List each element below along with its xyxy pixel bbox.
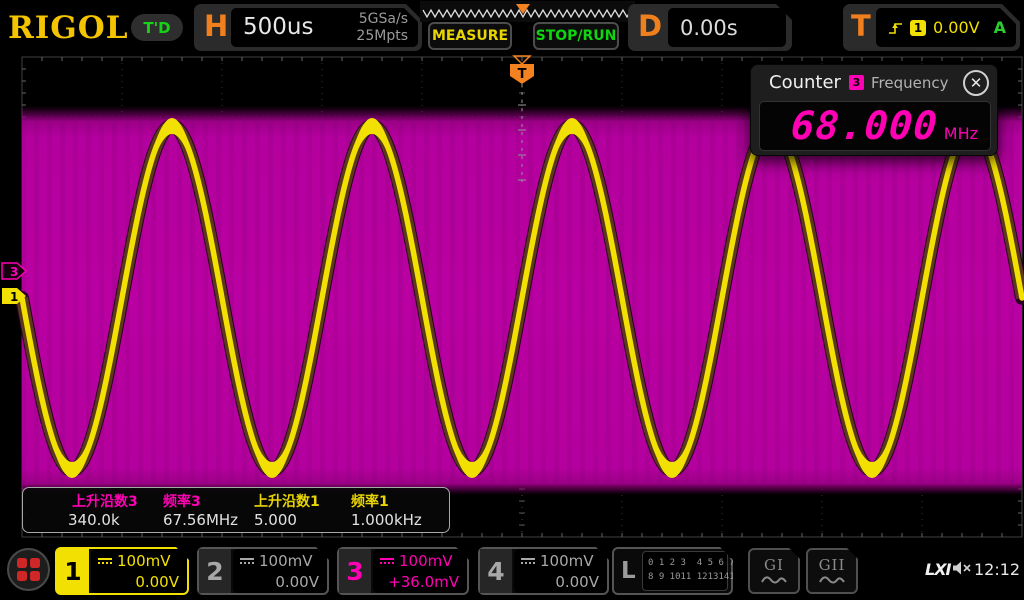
measurement-value: 340.0k [68, 511, 120, 529]
measurement-label: 上升沿数3 [72, 491, 138, 511]
speaker-mute-icon[interactable] [952, 560, 972, 580]
logic-label: L [621, 558, 636, 584]
channel-2-number: 2 [199, 549, 231, 593]
channel-2-box[interactable]: 2 100mV 0.00V [197, 547, 329, 595]
counter-value: 68.000 [789, 102, 939, 152]
counter-display: 68.000 MHz [759, 101, 991, 151]
channel-2-scale: 100mV [259, 552, 313, 570]
dc-coupling-icon [98, 558, 112, 564]
channel-4-number: 4 [480, 549, 512, 593]
svg-text:1: 1 [10, 290, 18, 304]
measurement-value: 67.56MHz [163, 511, 238, 529]
channel-4-box[interactable]: 4 100mV 0.00V [478, 547, 609, 595]
logic-row-1: 0 1 2 3 4 5 6 7 [648, 558, 735, 568]
measurement-table[interactable]: 上升沿数3 340.0k 频率3 67.56MHz 上升沿数1 5.000 频率… [22, 487, 450, 533]
lxi-logo: LXI [925, 560, 950, 579]
measurement-value: 5.000 [254, 511, 297, 529]
channel-3-scale: 100mV [399, 552, 453, 570]
channel-4-offset: 0.00V [521, 573, 599, 591]
counter-unit: MHz [944, 124, 978, 143]
logic-channel-numbers: 0 1 2 3 4 5 6 7 8 9 1011 12131415 [642, 551, 728, 591]
generator-1-label: GI [764, 556, 784, 574]
dc-coupling-icon [521, 558, 535, 564]
generator-2-box[interactable]: GII [806, 548, 858, 594]
counter-panel: Counter 3 Frequency ✕ 68.000 MHz [750, 64, 998, 156]
measurement-label: 频率1 [351, 491, 389, 511]
measurement-value: 1.000kHz [351, 511, 422, 529]
counter-close-button[interactable]: ✕ [963, 70, 989, 96]
counter-mode-label: Frequency [871, 74, 949, 92]
channel-4-scale: 100mV [540, 552, 594, 570]
oscilloscope-screen: RIGOL T'D H 500us 5GSa/s 25Mpts MEASURE … [0, 0, 1024, 600]
main-menu-button[interactable] [7, 548, 50, 591]
menu-grid-icon [17, 558, 40, 581]
counter-source-badge: 3 [849, 75, 864, 90]
channel-1-box[interactable]: 1 100mV 0.00V [55, 547, 189, 595]
channel-1-offset: 0.00V [98, 573, 179, 591]
dc-coupling-icon [240, 558, 254, 564]
dc-coupling-icon [380, 558, 394, 564]
svg-text:T: T [518, 67, 527, 82]
counter-title: Counter [769, 72, 841, 93]
channel-1-scale: 100mV [117, 552, 171, 570]
measurement-label: 频率3 [163, 491, 201, 511]
logic-analyzer-box[interactable]: L 0 1 2 3 4 5 6 7 8 9 1011 12131415 [612, 547, 733, 595]
sine-wave-icon [819, 574, 845, 586]
svg-text:3: 3 [10, 265, 18, 279]
generator-2-label: GII [819, 556, 846, 574]
channel-1-number: 1 [57, 549, 89, 593]
channel-3-box[interactable]: 3 100mV +36.0mV [337, 547, 469, 595]
channel-3-offset: +36.0mV [380, 573, 459, 591]
clock: 12:12 [974, 560, 1020, 579]
channel-2-offset: 0.00V [240, 573, 319, 591]
generator-1-box[interactable]: GI [748, 548, 800, 594]
sine-wave-icon [761, 574, 787, 586]
channel-3-number: 3 [339, 549, 371, 593]
logic-row-2: 8 9 1011 12131415 [648, 572, 740, 582]
measurement-label: 上升沿数1 [254, 491, 320, 511]
